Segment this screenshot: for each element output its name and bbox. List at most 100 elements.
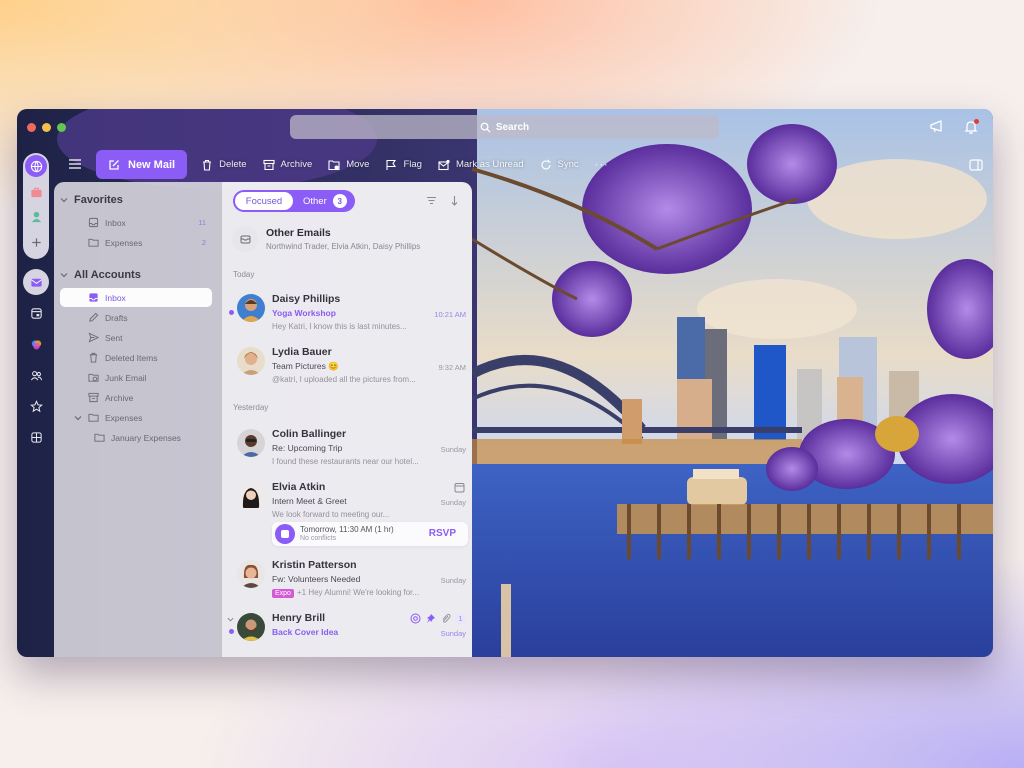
message-time: Sunday	[440, 445, 466, 454]
rail-mail[interactable]	[23, 269, 49, 295]
rail-people[interactable]	[23, 362, 49, 388]
notification-badge	[974, 119, 979, 124]
avatar	[237, 482, 265, 510]
archive-icon	[262, 159, 275, 170]
rsvp-button[interactable]: RSVP	[429, 528, 456, 539]
minimize-window-button[interactable]	[42, 123, 51, 132]
folder-label: January Expenses	[111, 432, 181, 443]
outlook-window: Search New Mail Delete Archive Move Flag…	[17, 109, 993, 657]
event-conflict-status: No conflicts	[300, 535, 337, 542]
group-label-today: Today	[233, 270, 255, 279]
unread-indicator	[229, 629, 234, 634]
chevron-down-icon[interactable]	[74, 414, 82, 422]
message-preview: I found these restaurants near our hotel…	[272, 457, 419, 466]
close-window-button[interactable]	[27, 123, 36, 132]
rail-apps[interactable]	[23, 424, 49, 450]
search-bar[interactable]: Search	[290, 115, 719, 139]
filter-icon[interactable]	[426, 195, 437, 206]
delete-button[interactable]: Delete	[201, 159, 247, 171]
zoom-window-button[interactable]	[57, 123, 66, 132]
avatar	[237, 613, 265, 641]
globe-icon	[30, 160, 42, 173]
folder-january-expenses[interactable]: January Expenses	[60, 428, 212, 447]
folder-archive[interactable]: Archive	[60, 388, 212, 407]
feedback-button[interactable]	[929, 119, 945, 135]
inbox-icon	[89, 293, 98, 302]
toolbar: New Mail Delete Archive Move Flag Mark a…	[96, 150, 609, 179]
mark-unread-icon	[438, 159, 450, 170]
favorite-expenses[interactable]: Expenses 2	[60, 233, 212, 252]
message-subject: Fw: Volunteers Needed	[272, 574, 361, 584]
rail-account-work[interactable]	[23, 179, 49, 205]
message-item[interactable]: Lydia Bauer Team Pictures 😊 @katri, I up…	[222, 341, 472, 391]
envelope-icon	[240, 235, 250, 243]
rail-account-personal[interactable]	[23, 203, 49, 229]
attachment-icon	[442, 613, 451, 623]
other-emails-avatar	[232, 226, 258, 252]
window-controls	[27, 123, 66, 132]
folder-label: Inbox	[105, 217, 126, 228]
reading-pane-toggle[interactable]	[969, 158, 983, 171]
person-icon	[31, 211, 41, 222]
message-time: Sunday	[440, 629, 466, 638]
avatar	[237, 347, 265, 375]
unread-count: 11	[198, 218, 206, 227]
tab-other-label: Other	[303, 195, 327, 207]
folder-sent[interactable]: Sent	[60, 328, 212, 347]
mail-icon	[30, 278, 42, 287]
archive-button[interactable]: Archive	[262, 159, 312, 171]
folder-label: Deleted Items	[105, 352, 158, 363]
message-preview: Expo +1 Hey Alumni! We're looking for...	[272, 588, 419, 598]
tab-other[interactable]: Other 3	[303, 194, 347, 208]
rail-favorites[interactable]	[23, 393, 49, 419]
unread-indicator	[229, 310, 234, 315]
message-sender: Lydia Bauer	[272, 346, 332, 358]
message-item[interactable]: Elvia Atkin Intern Meet & Greet We look …	[222, 476, 472, 551]
folder-junk[interactable]: Junk Email	[60, 368, 212, 387]
unread-count: 2	[201, 238, 206, 247]
message-item[interactable]: Henry Brill 1 Back Cover Idea Sunday	[222, 607, 472, 657]
more-actions-button[interactable]: ···	[595, 159, 609, 171]
calendar-event-icon	[454, 483, 465, 493]
move-label: Move	[346, 159, 370, 170]
rail-calendar[interactable]	[23, 300, 49, 326]
folder-deleted[interactable]: Deleted Items	[60, 348, 212, 367]
panel-icon	[969, 159, 983, 171]
message-subject: Intern Meet & Greet	[272, 496, 347, 506]
message-item[interactable]: Daisy Phillips Yoga Workshop Hey Katri, …	[222, 288, 472, 338]
sort-icon[interactable]	[449, 195, 460, 206]
message-time: Sunday	[440, 498, 466, 507]
other-emails-summary[interactable]: Other Emails Northwind Trader, Elvia Atk…	[232, 224, 462, 254]
mark-unread-button[interactable]: Mark as Unread	[438, 159, 524, 171]
rail-add-account[interactable]	[23, 229, 49, 255]
message-item[interactable]: Kristin Patterson Fw: Volunteers Needed …	[222, 554, 472, 604]
tab-focused[interactable]: Focused	[235, 192, 293, 210]
flag-icon	[386, 159, 397, 170]
event-time: Tomorrow, 11:30 AM (1 hr)	[300, 525, 394, 534]
sync-button[interactable]: Sync	[540, 159, 579, 171]
move-button[interactable]: Move	[328, 159, 369, 171]
mention-icon	[410, 613, 421, 624]
folder-inbox[interactable]: Inbox	[60, 288, 212, 307]
menu-button[interactable]	[68, 157, 82, 169]
message-item[interactable]: Colin Ballinger Re: Upcoming Trip I foun…	[222, 423, 472, 473]
hamburger-icon	[69, 159, 81, 169]
flag-button[interactable]: Flag	[385, 159, 422, 171]
message-sender: Henry Brill	[272, 612, 326, 624]
favorite-inbox[interactable]: Inbox 11	[60, 213, 212, 232]
rail-copilot[interactable]	[23, 331, 49, 357]
send-icon	[88, 332, 99, 343]
all-accounts-section-toggle[interactable]: All Accounts	[60, 269, 141, 281]
compose-icon	[109, 159, 119, 170]
favorites-section-toggle[interactable]: Favorites	[60, 194, 123, 206]
rail-account-globe[interactable]	[23, 153, 49, 179]
folder-expenses[interactable]: Expenses	[60, 408, 212, 427]
folder-drafts[interactable]: Drafts	[60, 308, 212, 327]
pin-icon	[427, 614, 435, 623]
apps-icon	[30, 431, 42, 443]
briefcase-icon	[30, 187, 42, 197]
new-mail-button[interactable]: New Mail	[96, 150, 188, 179]
notifications-button[interactable]	[963, 119, 979, 135]
expand-thread-icon[interactable]	[227, 616, 234, 623]
folder-label: Sent	[105, 332, 123, 343]
